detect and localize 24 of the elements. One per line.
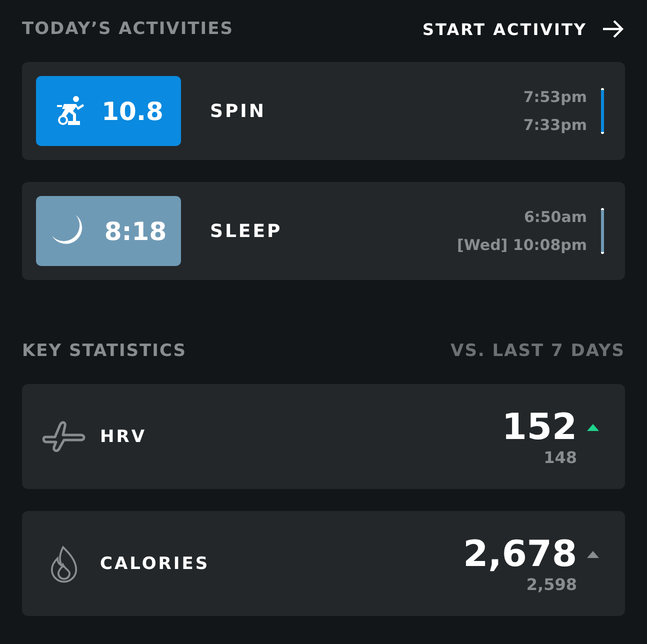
start-activity-button[interactable]: START ACTIVITY [422,17,625,41]
section-title: TODAY’S ACTIVITIES [22,19,234,39]
statistic-value: 152 [502,406,577,448]
statistic-card[interactable]: CALORIES 2,678 2,598 [22,511,625,616]
activity-value: 8:18 [104,216,167,246]
activity-name: SPIN [210,100,267,122]
activity-card[interactable]: 10.8 SPIN 7:53pm 7:33pm [22,62,625,160]
end-time: 7:53pm [523,88,587,106]
timeline-bar [599,208,605,254]
statistic-card[interactable]: HRV 152 148 [22,384,625,489]
section-title: KEY STATISTICS [22,341,186,361]
previous-value: 2,598 [526,574,577,594]
start-time: [Wed] 10:08pm [457,236,587,254]
end-time: 6:50am [524,208,587,226]
statistic-name: CALORIES [100,554,211,574]
activity-card[interactable]: 8:18 SLEEP 6:50am [Wed] 10:08pm [22,182,625,280]
previous-value: 148 [544,448,577,466]
statistic-value: 2,678 [463,534,577,574]
timeline-bar [599,88,605,134]
start-time: 7:33pm [523,116,587,134]
activity-value: 10.8 [102,96,164,126]
statistic-name: HRV [100,426,148,446]
comparison-label: VS. LAST 7 DAYS [450,341,625,361]
activity-name: SLEEP [210,220,284,242]
